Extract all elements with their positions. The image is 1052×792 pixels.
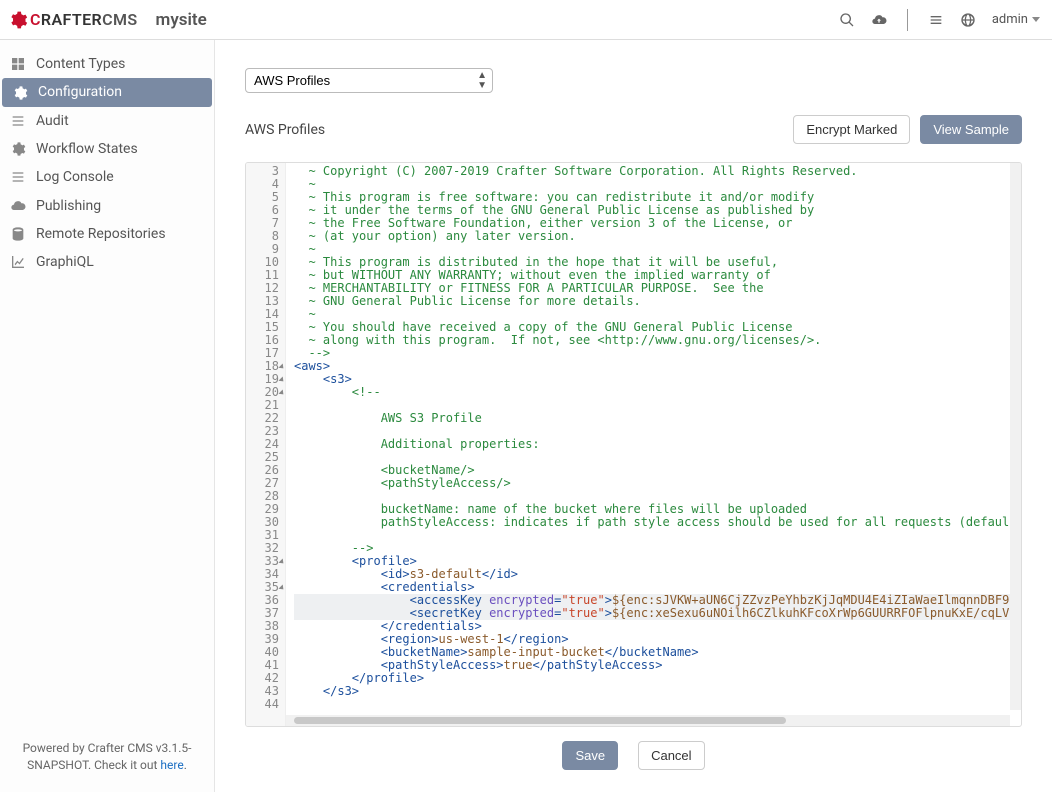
sidebar-item-publishing[interactable]: Publishing xyxy=(0,191,214,219)
sidebar-item-label: Workflow States xyxy=(36,141,138,157)
sidebar-item-log-console[interactable]: Log Console xyxy=(0,163,214,191)
vertical-scrollbar[interactable] xyxy=(1010,163,1021,710)
chevron-down-icon xyxy=(1032,17,1040,22)
sidebar-item-graphiql[interactable]: GraphiQL xyxy=(0,248,214,276)
code-editor[interactable]: 3456789101112131415161718192021222324252… xyxy=(245,162,1022,727)
sidebar-item-label: Audit xyxy=(36,113,69,129)
sidebar-item-workflow-states[interactable]: Workflow States xyxy=(0,135,214,163)
horizontal-scrollbar[interactable] xyxy=(286,715,1010,726)
topbar-actions: admin xyxy=(839,9,1040,31)
sidebar-item-label: Configuration xyxy=(38,84,122,100)
sidebar-item-configuration[interactable]: Configuration xyxy=(2,78,212,106)
brand-logo[interactable]: CRAFTERCMS xyxy=(8,10,138,30)
footer-actions: Save Cancel xyxy=(245,727,1022,780)
config-title: AWS Profiles xyxy=(245,122,325,138)
list-icon xyxy=(10,169,26,185)
sidebar-footer: Powered by Crafter CMS v3.1.5-SNAPSHOT. … xyxy=(0,728,214,792)
editor-gutter: 3456789101112131415161718192021222324252… xyxy=(246,163,286,726)
grid-icon xyxy=(10,56,26,72)
chart-icon xyxy=(10,254,26,270)
config-file-select[interactable]: AWS Profiles xyxy=(245,68,493,93)
globe-icon[interactable] xyxy=(960,11,976,27)
main-panel: AWS Profiles ▲▼ AWS Profiles Encrypt Mar… xyxy=(215,40,1052,792)
sidebar-item-remote-repositories[interactable]: Remote Repositories xyxy=(0,220,214,248)
sidebar-item-label: Remote Repositories xyxy=(36,226,166,242)
sidebar-item-label: Content Types xyxy=(36,56,125,72)
site-name[interactable]: mysite xyxy=(156,10,207,30)
divider xyxy=(907,9,908,31)
cancel-button[interactable]: Cancel xyxy=(638,741,704,770)
user-menu[interactable]: admin xyxy=(992,12,1040,27)
menu-icon[interactable] xyxy=(928,11,944,27)
encrypt-marked-button[interactable]: Encrypt Marked xyxy=(793,115,910,144)
sidebar-item-content-types[interactable]: Content Types xyxy=(0,50,214,78)
sidebar-item-label: GraphiQL xyxy=(36,254,94,270)
search-icon[interactable] xyxy=(839,11,855,27)
list-icon xyxy=(10,113,26,129)
upload-icon[interactable] xyxy=(871,11,887,27)
gear-icon xyxy=(8,10,28,30)
footer-link[interactable]: here xyxy=(160,758,183,772)
cloud-icon xyxy=(10,197,26,213)
user-label: admin xyxy=(992,12,1028,27)
sidebar: Content Types Configuration Audit Workflow … xyxy=(0,40,215,792)
brand-text: CRAFTERCMS xyxy=(30,10,138,29)
gear-icon xyxy=(10,141,26,157)
editor-code[interactable]: ~ Copyright (C) 2007-2019 Crafter Softwa… xyxy=(286,163,1021,726)
sidebar-item-audit[interactable]: Audit xyxy=(0,107,214,135)
gear-icon xyxy=(12,84,28,100)
topbar: CRAFTERCMS mysite admin xyxy=(0,0,1052,40)
db-icon xyxy=(10,226,26,242)
view-sample-button[interactable]: View Sample xyxy=(920,115,1022,144)
sidebar-item-label: Log Console xyxy=(36,169,114,185)
scrollbar-thumb[interactable] xyxy=(294,717,786,724)
save-button[interactable]: Save xyxy=(562,741,618,770)
sidebar-item-label: Publishing xyxy=(36,198,101,214)
